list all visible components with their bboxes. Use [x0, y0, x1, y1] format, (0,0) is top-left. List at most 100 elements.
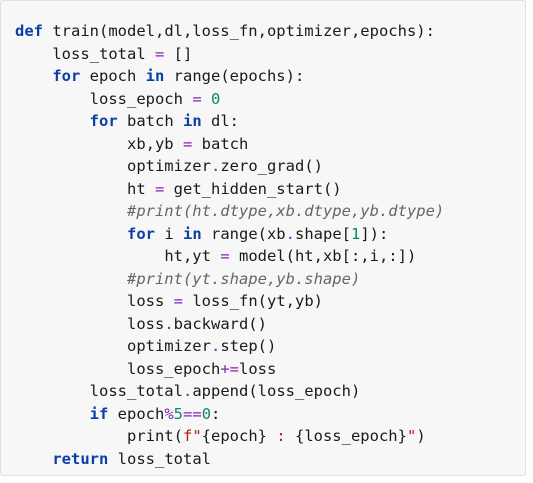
- code-token: for: [126, 224, 155, 243]
- code-token: loss_total: [52, 44, 155, 63]
- code-token: batch: [192, 134, 249, 153]
- code-token: batch: [117, 112, 183, 130]
- code-token: loss: [238, 359, 277, 378]
- code-line: loss_total.append(loss_epoch): [15, 380, 444, 403]
- code-token: loss_total: [89, 382, 183, 400]
- code-token: .: [210, 337, 221, 355]
- code-token: #print(yt.shape,yb.shape): [126, 269, 361, 288]
- code-token: .: [210, 157, 221, 175]
- code-token: optimizer: [126, 337, 211, 355]
- code-token: if: [89, 404, 109, 423]
- code-line: def train(model,dl,loss_fn,optimizer,epo…: [15, 20, 444, 43]
- code-line: loss.backward(): [15, 313, 444, 336]
- code-token: step(): [220, 337, 277, 355]
- code-token: in: [182, 112, 202, 130]
- code-token: f": [182, 427, 202, 445]
- code-token: :: [266, 427, 295, 445]
- code-token: zero_grad(): [220, 157, 323, 175]
- code-line: for epoch in range(epochs):: [15, 65, 444, 88]
- code-token: loss_epoch: [89, 89, 193, 108]
- code-token: 1: [351, 224, 361, 243]
- code-token: {loss_epoch}: [294, 427, 407, 445]
- code-token: epoch: [108, 404, 165, 423]
- code-token: {epoch}: [201, 427, 267, 445]
- code-token: append(loss_epoch): [192, 382, 361, 400]
- code-token: def: [15, 22, 43, 40]
- code-line: loss_epoch = 0: [15, 88, 444, 111]
- code-token: #print(ht.dtype,xb.dtype,yb.dtype): [126, 202, 445, 220]
- code-token: backward(): [173, 314, 267, 333]
- code-line: xb,yb = batch: [15, 133, 444, 156]
- code-token: :: [211, 404, 221, 423]
- code-token: ): [416, 427, 426, 445]
- code-token: 0: [211, 89, 221, 108]
- code-token: =: [154, 44, 165, 63]
- code-token: dl:: [201, 112, 239, 130]
- code-token: in: [182, 224, 202, 243]
- code-token: 5: [173, 404, 184, 423]
- code-token: =: [182, 134, 193, 153]
- code-token: for: [52, 67, 81, 85]
- code-line: if epoch%5==0:: [15, 403, 444, 426]
- code-line: for i in range(xb.shape[1]):: [15, 223, 444, 246]
- code-token: return: [52, 449, 109, 468]
- code-token: +=: [220, 359, 239, 378]
- code-token: model(ht,xb[:,i,:]): [229, 247, 417, 265]
- code-token: loss_epoch: [126, 359, 221, 378]
- code-token: xb,yb: [126, 134, 183, 153]
- code-line: optimizer.step(): [15, 335, 444, 358]
- code-token: 0: [201, 404, 212, 423]
- code-line: ht = get_hidden_start(): [15, 178, 444, 201]
- code-token: %: [164, 404, 174, 423]
- code-token: loss_total: [108, 449, 211, 468]
- code-token: print(: [126, 427, 183, 445]
- code-line: loss_total = []: [15, 43, 444, 66]
- code-line: return loss_total: [15, 448, 444, 471]
- code-token: ==: [183, 404, 202, 423]
- code-block: def train(model,dl,loss_fn,optimizer,epo…: [0, 0, 526, 476]
- code-token: ht,yt: [164, 247, 221, 265]
- code-token: []: [164, 44, 193, 63]
- code-line: #print(ht.dtype,xb.dtype,yb.dtype): [15, 200, 444, 223]
- code-line: loss_epoch+=loss: [15, 358, 444, 381]
- code-line: loss = loss_fn(yt,yb): [15, 290, 444, 313]
- code-token: range(xb: [201, 224, 286, 243]
- code-token: loss: [126, 292, 174, 310]
- code-token: .: [285, 224, 295, 243]
- code-line: print(f"{epoch} : {loss_epoch}"): [15, 425, 444, 448]
- code-token: =: [192, 89, 202, 108]
- code-listing: def train(model,dl,loss_fn,optimizer,epo…: [15, 20, 444, 470]
- code-token: =: [173, 292, 183, 310]
- code-token: shape[: [295, 224, 351, 243]
- code-token: optimizer: [126, 157, 211, 175]
- code-token: i: [154, 224, 183, 243]
- code-token: get_hidden_start(): [164, 179, 342, 198]
- code-token: in: [145, 67, 165, 85]
- code-line: optimizer.zero_grad(): [15, 155, 444, 178]
- code-token: ht: [126, 179, 155, 198]
- code-token: loss_fn(yt,yb): [183, 292, 323, 310]
- code-token: loss: [126, 314, 165, 333]
- code-line: for batch in dl:: [15, 110, 444, 133]
- code-token: .: [164, 314, 174, 333]
- code-token: train(model,dl,loss_fn,optimizer,epochs)…: [43, 22, 435, 40]
